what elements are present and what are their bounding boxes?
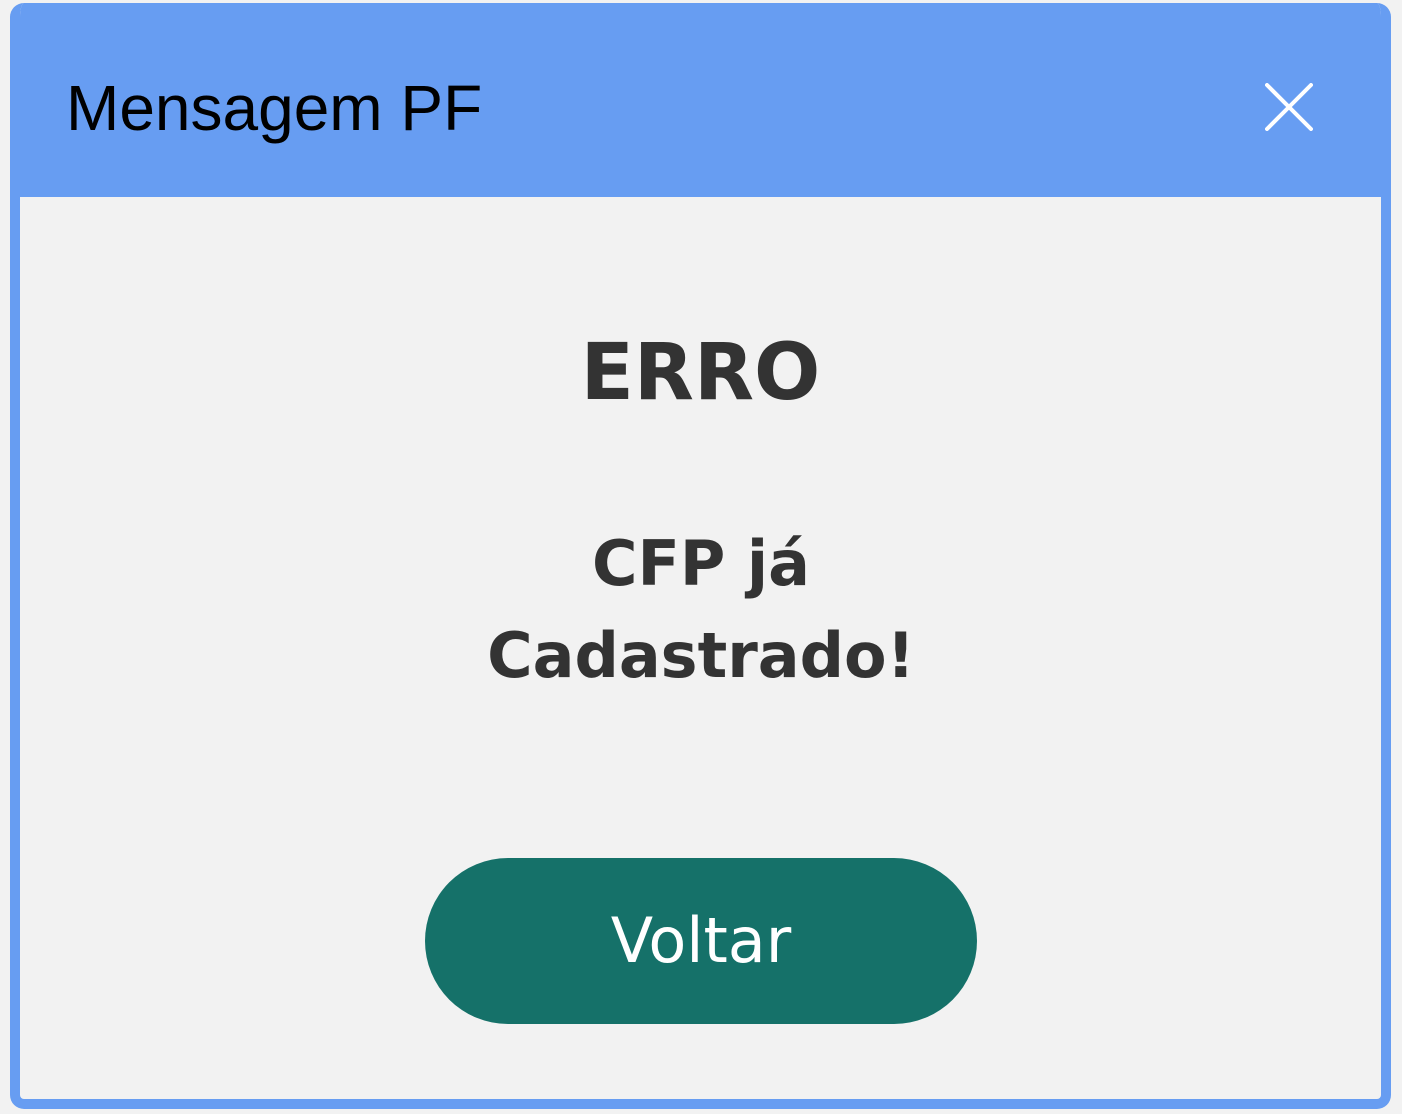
back-button[interactable]: Voltar <box>425 858 977 1024</box>
dialog-title: Mensagem PF <box>66 72 483 144</box>
error-message: CFP já Cadastrado! <box>487 527 915 692</box>
error-heading: ERRO <box>580 328 821 418</box>
message-dialog: Mensagem PF ERRO CFP já Cadastrado! Volt… <box>10 3 1391 1109</box>
dialog-titlebar: Mensagem PF <box>20 3 1381 197</box>
close-icon <box>1265 83 1313 131</box>
close-button[interactable] <box>1254 72 1324 142</box>
